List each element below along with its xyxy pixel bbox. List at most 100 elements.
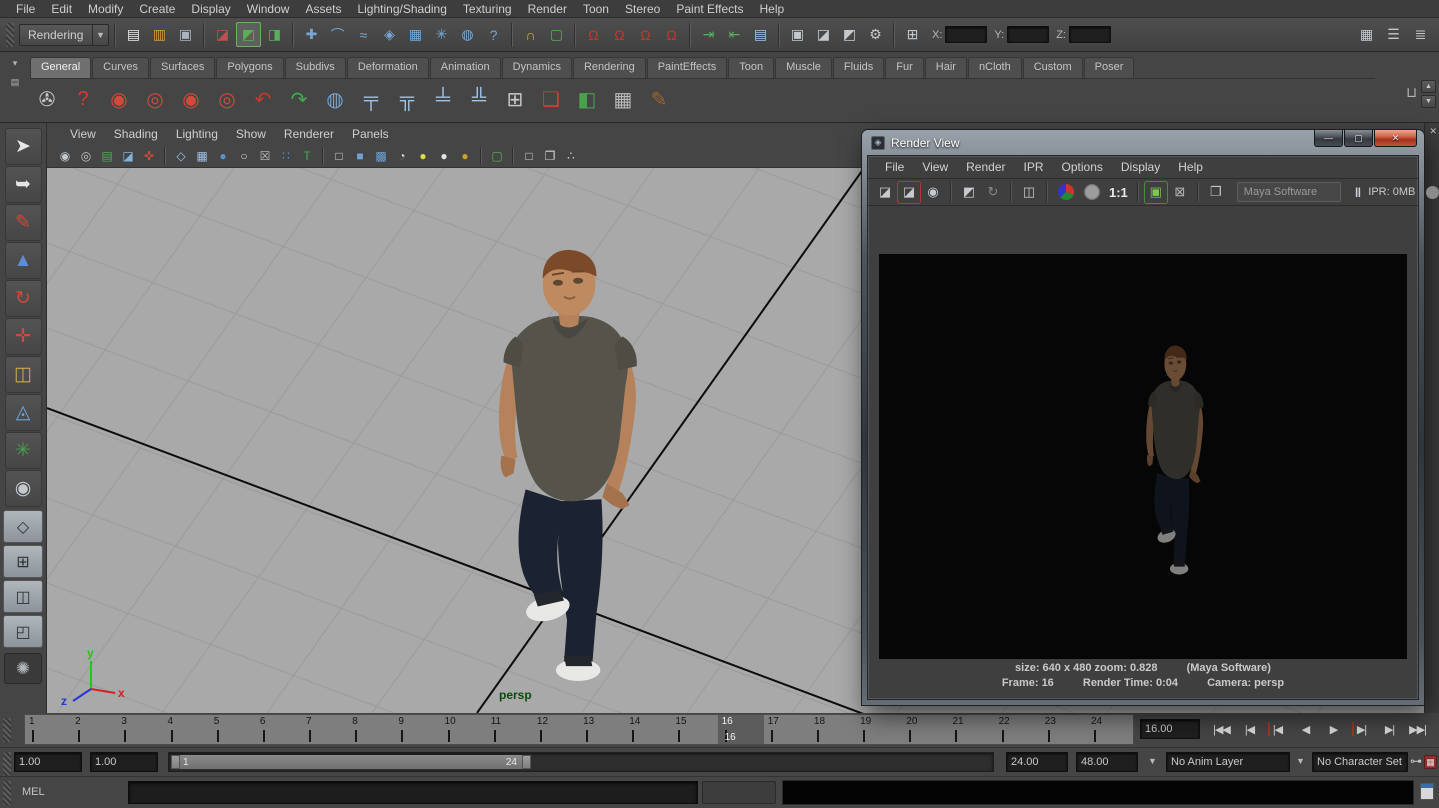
timeline-frame[interactable]: 21 xyxy=(948,715,994,744)
shelf-menu-icon[interactable]: ▤ xyxy=(11,77,20,88)
select-hierarchy-icon[interactable]: ◪ xyxy=(210,22,235,47)
delete-icon[interactable]: ◍ xyxy=(318,83,352,117)
character-set-dropdown[interactable]: No Character Set xyxy=(1312,752,1408,772)
dolly-camera-icon[interactable]: ◉ xyxy=(174,83,208,117)
script-editor-icon[interactable] xyxy=(1420,783,1434,800)
xray-icon[interactable]: □ xyxy=(519,146,539,165)
menu-texturing[interactable]: Texturing xyxy=(455,0,520,18)
panel-menu-view[interactable]: View xyxy=(61,127,105,141)
camera-attributes-icon[interactable]: ◎ xyxy=(76,146,96,165)
timeline-frame[interactable]: 18 xyxy=(810,715,856,744)
resolution-gate-icon[interactable]: ● xyxy=(213,146,233,165)
timeline-frame[interactable]: 10 xyxy=(441,715,487,744)
chevron-down-icon[interactable]: ▼ xyxy=(92,25,108,45)
timeline-frame[interactable]: 17 xyxy=(764,715,810,744)
ipr-render-icon[interactable]: ◩ xyxy=(837,22,862,47)
zoom-actual-size-label[interactable]: 1:1 xyxy=(1106,182,1131,203)
last-tool-icon[interactable]: ◉ xyxy=(5,470,42,507)
highlight-selection-icon[interactable]: ▢ xyxy=(544,22,569,47)
rv-menu-display[interactable]: Display xyxy=(1112,160,1169,174)
flat-light-icon[interactable]: ● xyxy=(434,146,454,165)
dragon-icon[interactable]: ✺ xyxy=(4,653,42,684)
ipr-pause-icon[interactable]: ‖ xyxy=(1355,185,1361,200)
character-set-arrow-icon[interactable]: ▼ xyxy=(1296,756,1305,766)
select-object-icon[interactable]: ◩ xyxy=(236,22,261,47)
shelf-tab-custom[interactable]: Custom xyxy=(1023,57,1083,78)
display-real-size-icon[interactable]: ▣ xyxy=(1145,182,1167,203)
alpha-channel-icon[interactable]: ● xyxy=(1084,184,1100,200)
command-output-field[interactable] xyxy=(782,780,1414,805)
rv-menu-help[interactable]: Help xyxy=(1169,160,1212,174)
set-key-icon[interactable]: ⊶ xyxy=(1410,754,1422,768)
playblast-icon[interactable]: ✇ xyxy=(30,83,64,117)
shelf-tab-hair[interactable]: Hair xyxy=(925,57,967,78)
menuset-dropdown[interactable]: Rendering ▼ xyxy=(19,24,109,46)
region-render-icon[interactable]: ◫ xyxy=(1018,182,1040,203)
mel-command-input[interactable] xyxy=(128,781,698,804)
menu-window[interactable]: Window xyxy=(239,0,298,18)
tool-settings-icon[interactable]: ☰ xyxy=(1381,22,1406,47)
show-manipulator-icon[interactable]: ✳ xyxy=(5,432,42,469)
command-drag-handle[interactable] xyxy=(3,781,11,805)
menu-file[interactable]: File xyxy=(8,0,43,18)
track-camera-icon[interactable]: ◎ xyxy=(138,83,172,117)
shelf-tab-surfaces[interactable]: Surfaces xyxy=(150,57,215,78)
gate-mask-icon[interactable]: ○ xyxy=(234,146,254,165)
panel-menu-shading[interactable]: Shading xyxy=(105,127,167,141)
remove-image-icon[interactable]: ⊠ xyxy=(1169,182,1191,203)
shelf-tab-dynamics[interactable]: Dynamics xyxy=(502,57,572,78)
zoom-camera-icon[interactable]: ◎ xyxy=(210,83,244,117)
rotate-tool-icon[interactable]: ↻ xyxy=(5,280,42,317)
go-to-start-button[interactable]: |◀◀ xyxy=(1208,717,1235,742)
menu-display[interactable]: Display xyxy=(183,0,238,18)
timeline-frame[interactable]: 7 xyxy=(302,715,348,744)
timeline-frame[interactable]: 20 xyxy=(902,715,948,744)
menu-help[interactable]: Help xyxy=(752,0,793,18)
input-connections-icon[interactable]: ⇥ xyxy=(696,22,721,47)
maximize-button[interactable]: ▢ xyxy=(1344,130,1373,147)
anim-layer-dropdown[interactable]: No Anim Layer xyxy=(1166,752,1290,772)
range-slider-track[interactable]: 1 24 xyxy=(168,752,994,772)
timeline-frame[interactable]: 13 xyxy=(579,715,625,744)
move-tool-icon[interactable]: ▲ xyxy=(5,242,42,279)
snap-sphere-icon[interactable]: ◍ xyxy=(455,22,480,47)
timeline-frame[interactable]: 2 xyxy=(71,715,117,744)
menu-assets[interactable]: Assets xyxy=(297,0,349,18)
timeline-frame[interactable]: 14 xyxy=(625,715,671,744)
snap-point-icon[interactable]: ≈ xyxy=(351,22,376,47)
timeline-frame[interactable]: 22 xyxy=(995,715,1041,744)
redo-view-icon[interactable]: ↷ xyxy=(282,83,316,117)
character-model[interactable] xyxy=(455,245,667,682)
auto-keyframe-icon[interactable]: ▦ xyxy=(1424,755,1437,769)
four-pane-layout-icon[interactable]: ⊞ xyxy=(3,545,43,578)
safe-title-icon[interactable]: T xyxy=(297,146,317,165)
timeline-frame[interactable]: 11 xyxy=(487,715,533,744)
select-camera-icon[interactable]: ◉ xyxy=(55,146,75,165)
shelf-tab-toon[interactable]: Toon xyxy=(728,57,774,78)
timeline-frame[interactable]: 15 xyxy=(671,715,717,744)
keep-image-icon[interactable]: ❐ xyxy=(1205,182,1227,203)
snap-to-grids-icon[interactable]: Ω xyxy=(581,22,606,47)
ipr-stop-icon[interactable] xyxy=(1426,186,1439,199)
timeline-frame[interactable]: 24 xyxy=(1087,715,1133,744)
close-icon[interactable]: ✕ xyxy=(1429,126,1437,137)
rv-menu-options[interactable]: Options xyxy=(1053,160,1112,174)
panel-menu-lighting[interactable]: Lighting xyxy=(167,127,227,141)
ipr-render-icon[interactable]: ◩ xyxy=(958,182,980,203)
select-tool-icon[interactable]: ➤ xyxy=(5,128,42,165)
range-end-grip[interactable] xyxy=(522,755,531,769)
rv-menu-view[interactable]: View xyxy=(913,160,957,174)
timeline-frame[interactable]: 1 xyxy=(25,715,71,744)
panel-menu-renderer[interactable]: Renderer xyxy=(275,127,343,141)
playback-start-input[interactable] xyxy=(14,752,82,772)
timeline-frame[interactable]: 4 xyxy=(164,715,210,744)
current-time-input[interactable] xyxy=(1140,719,1200,739)
menu-modify[interactable]: Modify xyxy=(80,0,131,18)
render-view-titlebar[interactable]: ◈ Render View —▢✕ xyxy=(867,130,1419,155)
channel-box-icon[interactable]: ≣ xyxy=(1408,22,1433,47)
shelf-tab-ncloth[interactable]: nCloth xyxy=(968,57,1022,78)
safe-action-icon[interactable]: ∷ xyxy=(276,146,296,165)
image-plane-icon[interactable]: ◪ xyxy=(118,146,138,165)
time-slider[interactable]: 1234567891011121314151616171819202122232… xyxy=(24,714,1134,745)
snap-lattice-icon[interactable]: ▦ xyxy=(403,22,428,47)
